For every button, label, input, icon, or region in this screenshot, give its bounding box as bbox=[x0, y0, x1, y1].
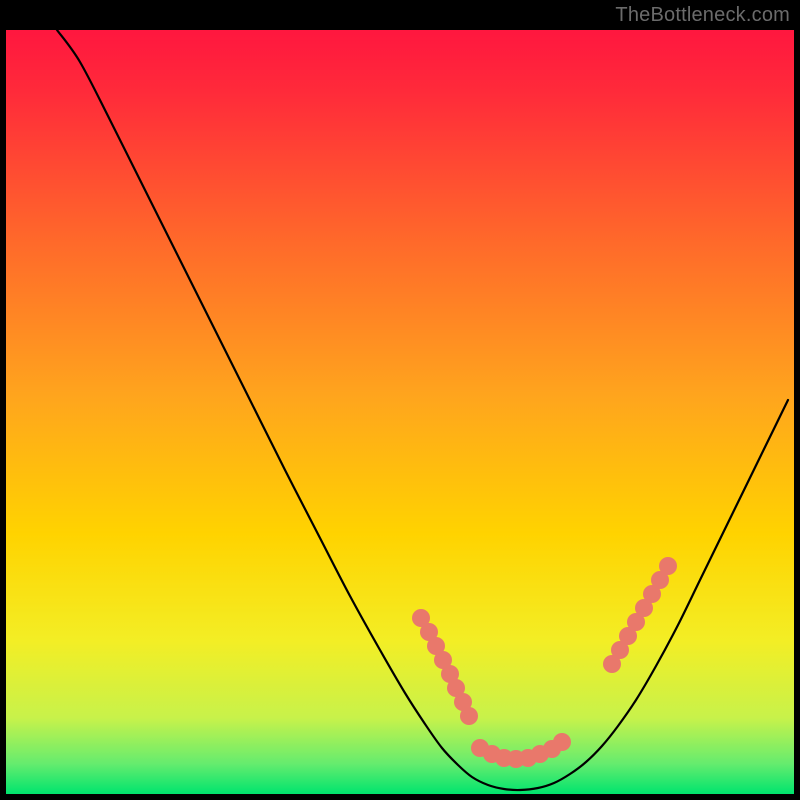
watermark-text: TheBottleneck.com bbox=[615, 4, 790, 27]
data-dot bbox=[553, 733, 571, 751]
gradient-background bbox=[6, 30, 794, 794]
bottleneck-curve-chart bbox=[0, 0, 800, 800]
data-dot bbox=[460, 707, 478, 725]
data-dot bbox=[659, 557, 677, 575]
chart-container: TheBottleneck.com bbox=[0, 0, 800, 800]
